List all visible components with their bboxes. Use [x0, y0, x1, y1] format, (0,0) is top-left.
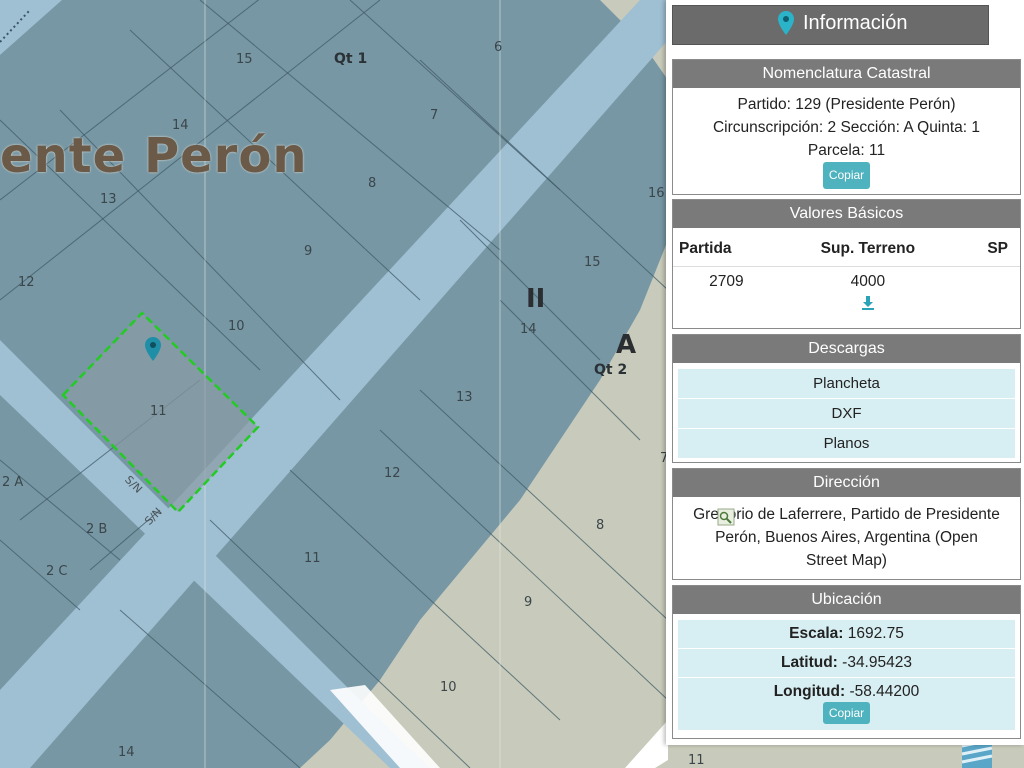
qt-label: Qt 2 — [594, 362, 628, 378]
qt-label: Qt 1 — [334, 51, 368, 67]
partida-cell: 2709 — [709, 273, 744, 290]
circunscripcion-text: Circunscripción: 2 Sección: A Quinta: 1 — [712, 119, 981, 136]
section-title: Ubicación — [673, 586, 1020, 614]
parcel-number: 2 B — [86, 522, 108, 537]
column-header: SP — [955, 228, 1020, 267]
table-row: 2709 4000 — [673, 267, 1020, 294]
parcel-number: 14 — [520, 322, 537, 337]
column-header: Sup. Terreno — [779, 228, 956, 267]
parcel-number: 11 — [688, 753, 705, 768]
parcel-number: 9 — [524, 595, 533, 610]
parcel-number: 14 — [172, 118, 189, 133]
parcel-number: 8 — [596, 518, 605, 533]
ubicacion-section: Ubicación Escala: 1692.75 Latitud: -34.9… — [672, 585, 1021, 739]
section-title: Nomenclatura Catastral — [673, 60, 1020, 88]
parcela-text: Parcela: 11 — [807, 142, 886, 159]
planos-link[interactable]: Planos — [678, 429, 1015, 459]
latitud-value: -34.95423 — [842, 654, 912, 671]
direccion-section: Dirección Gregorio de Laferrere, Partido… — [672, 468, 1021, 580]
escala-label: Escala: — [789, 625, 844, 642]
section-title: Valores Básicos — [673, 200, 1020, 228]
latitud-row: Latitud: -34.95423 — [678, 649, 1015, 678]
escala-row: Escala: 1692.75 — [678, 620, 1015, 649]
parcel-number: 6 — [494, 40, 503, 55]
valores-basicos-section: Valores Básicos Partida Sup. Terreno SP … — [672, 199, 1021, 329]
parcel-number: 13 — [100, 192, 117, 207]
copy-button[interactable]: Copiar — [822, 162, 871, 189]
section-title: Dirección — [673, 469, 1020, 497]
copy-button[interactable]: Copiar — [822, 702, 871, 724]
city-label: ente Perón — [0, 128, 308, 184]
close-button[interactable]: X — [992, 8, 1005, 31]
panel-title: Información — [803, 12, 908, 34]
parcel-number: 7 — [430, 108, 439, 123]
descargas-section: Descargas Plancheta DXF Planos — [672, 334, 1021, 463]
longitud-label: Longitud: — [773, 683, 846, 700]
superficie-cell: 4000 — [850, 273, 886, 290]
valores-table: Partida Sup. Terreno SP 2709 4000 — [673, 228, 1020, 318]
parcel-number: 2 A — [2, 475, 24, 490]
column-header: Partida — [673, 228, 780, 267]
parcel-number: 8 — [368, 176, 377, 191]
parcel-number: 15 — [236, 52, 253, 67]
parcel-number: 13 — [456, 390, 473, 405]
panel-header: Información — [672, 5, 989, 45]
nomenclatura-section: Nomenclatura Catastral Partido: 129 (Pre… — [672, 59, 1021, 195]
parcel-number: 9 — [304, 244, 313, 259]
zone-label-ii: II — [526, 284, 546, 314]
download-icon[interactable] — [860, 295, 876, 316]
parcel-number: 16 — [648, 186, 665, 201]
parcel-number: 12 — [384, 466, 401, 481]
section-title: Descargas — [673, 335, 1020, 363]
parcel-number: 2 C — [46, 564, 68, 579]
parcel-number: 11 — [304, 551, 321, 566]
information-panel: Información X Nomenclatura Catastral Par… — [666, 0, 1024, 745]
location-pin-icon — [777, 11, 795, 43]
dxf-link[interactable]: DXF — [678, 399, 1015, 429]
parcel-number: 10 — [440, 680, 457, 695]
latitud-label: Latitud: — [781, 654, 838, 671]
longitud-row: Longitud: -58.44200 Copiar — [678, 678, 1015, 731]
parcel-number: 11 — [150, 404, 167, 419]
sp-cell — [956, 267, 1020, 294]
parcel-number: 14 — [118, 745, 135, 760]
map-search-icon — [717, 508, 735, 533]
plancheta-link[interactable]: Plancheta — [678, 369, 1015, 399]
longitud-value: -58.44200 — [849, 683, 920, 700]
escala-value: 1692.75 — [847, 625, 904, 642]
parcel-number: 15 — [584, 255, 601, 270]
zone-label-a: A — [616, 330, 637, 360]
partido-text: Partido: 129 (Presidente Perón) — [737, 96, 956, 113]
parcel-number: 12 — [18, 275, 35, 290]
parcel-number: 10 — [228, 319, 245, 334]
